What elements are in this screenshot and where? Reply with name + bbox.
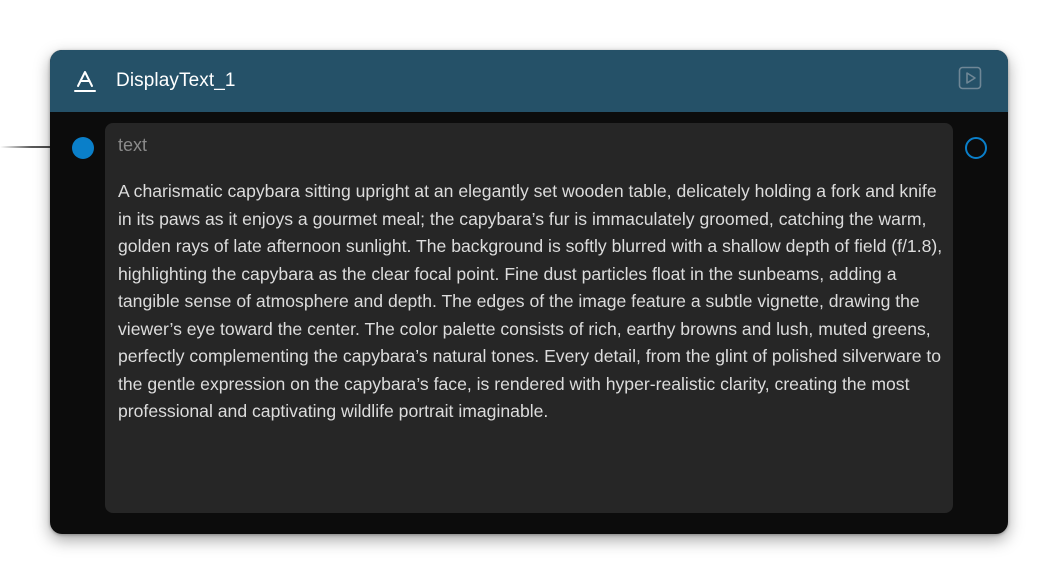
text-content: A charismatic capybara sitting upright a… (118, 181, 943, 421)
display-text-node[interactable]: DisplayText_1 text A charismatic capybar… (50, 50, 1008, 534)
text-display-panel: text A charismatic capybara sitting upri… (105, 123, 953, 513)
play-icon[interactable] (958, 66, 982, 90)
node-canvas[interactable]: DisplayText_1 text A charismatic capybar… (0, 0, 1059, 585)
field-label: text (118, 135, 148, 155)
text-input-port[interactable] (72, 137, 94, 159)
text-type-icon (74, 69, 96, 93)
node-header[interactable]: DisplayText_1 (50, 50, 1008, 112)
node-title: DisplayText_1 (116, 70, 236, 91)
text-output-port[interactable] (965, 137, 987, 159)
incoming-connection-edge[interactable] (0, 146, 52, 148)
